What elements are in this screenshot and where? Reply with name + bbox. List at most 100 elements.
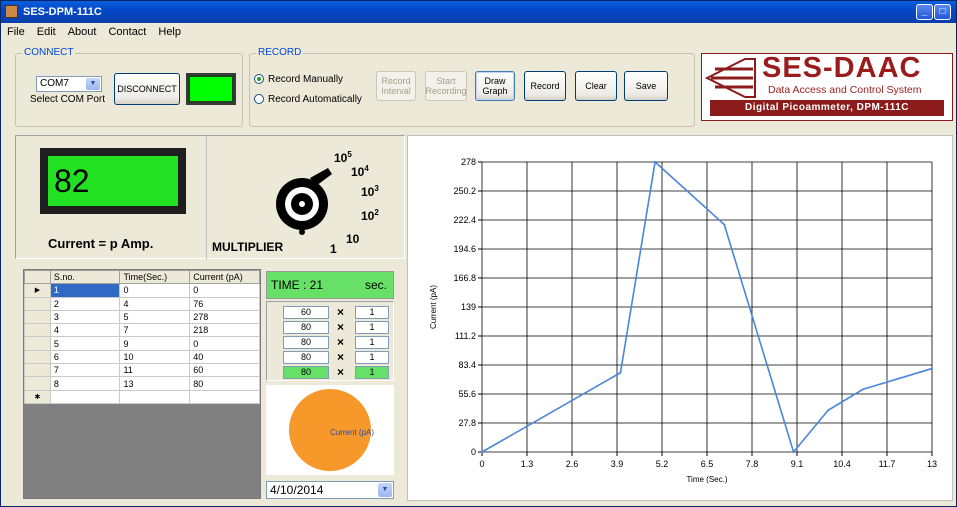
new-row-marker: ✱: [24, 389, 51, 404]
table-cell[interactable]: 4: [119, 296, 191, 311]
table-cell[interactable]: 6: [49, 349, 121, 365]
data-point: [723, 223, 726, 226]
multiplier-rows-panel: 60 × 1 80 × 1 80 × 1 80 × 1 80 × 1: [266, 301, 394, 381]
multiplier-row-value: 80: [283, 351, 329, 364]
table-cell[interactable]: 11: [119, 363, 191, 378]
row-header[interactable]: [24, 309, 51, 325]
table-cell[interactable]: 2: [49, 296, 121, 311]
table-row[interactable]: 7 11 60: [24, 363, 260, 378]
table-row[interactable]: 6 10 40: [24, 349, 260, 365]
table-row[interactable]: 2 4 76: [24, 296, 260, 311]
select-com-port-label: Select COM Port: [30, 94, 106, 105]
chart-panel: 0 1.3 2.6 3.9 5.2 6.5 7.8 9.1 10.4 11.7 13 0 27.8 55.…: [407, 135, 953, 501]
table-cell[interactable]: 4: [49, 323, 121, 338]
multiplier-row-factor: 1: [355, 306, 389, 319]
table-cell[interactable]: 7: [49, 363, 121, 378]
row-header[interactable]: ▶: [24, 283, 51, 298]
mult-mark-exponent: 4: [364, 164, 369, 173]
com-port-select[interactable]: COM7 ▼: [36, 76, 102, 92]
record-button[interactable]: Record: [524, 71, 566, 101]
minimize-button[interactable]: _: [916, 4, 933, 20]
table-cell[interactable]: 5: [49, 336, 121, 351]
disconnect-button[interactable]: DISCONNECT: [114, 73, 180, 105]
divider: [206, 136, 207, 260]
mult-mark-exponent: 3: [374, 184, 379, 193]
multiplier-knob-icon[interactable]: [272, 166, 334, 236]
menu-contact[interactable]: Contact: [102, 23, 152, 41]
table-cell[interactable]: 10: [119, 349, 191, 365]
record-manually-label[interactable]: Record Manually: [268, 74, 343, 85]
menu-about[interactable]: About: [62, 23, 103, 41]
table-cell[interactable]: 13: [119, 376, 191, 391]
row-header[interactable]: [24, 336, 51, 351]
record-automatically-radio[interactable]: [254, 94, 264, 104]
row-header[interactable]: [24, 296, 51, 311]
menu-file[interactable]: File: [1, 23, 31, 41]
logo-name: SES-DAAC: [762, 52, 922, 84]
connect-group: CONNECT COM7 ▼ Select COM Port DISCONNEC…: [15, 47, 243, 127]
multiplier-row-value: 80: [283, 321, 329, 334]
table-cell[interactable]: 60: [189, 363, 260, 378]
table-cell[interactable]: 0: [189, 336, 260, 351]
row-header[interactable]: [24, 323, 51, 338]
start-recording-button[interactable]: Start Recording: [425, 71, 467, 101]
mult-mark-10: 10: [346, 232, 360, 246]
draw-graph-button[interactable]: Draw Graph: [475, 71, 515, 101]
column-header-time[interactable]: Time(Sec.): [119, 269, 191, 285]
x-tick-label: 13: [927, 459, 937, 469]
x-tick-label: 3.9: [611, 459, 624, 469]
x-tick-label: 5.2: [656, 459, 669, 469]
date-value: 4/10/2014: [270, 483, 324, 497]
table-cell[interactable]: [189, 389, 260, 404]
table-cell[interactable]: 3: [49, 309, 121, 325]
date-picker[interactable]: 4/10/2014 ▼: [266, 481, 394, 499]
y-tick-label: 250.2: [453, 186, 476, 196]
table-row[interactable]: 590: [24, 336, 260, 351]
new-row[interactable]: ✱: [24, 389, 260, 404]
chevron-down-icon[interactable]: ▼: [378, 483, 392, 497]
column-header-sno[interactable]: S.no.: [49, 269, 121, 285]
record-automatically-label[interactable]: Record Automatically: [268, 94, 362, 105]
y-tick-label: 111.2: [455, 331, 476, 341]
table-cell[interactable]: 5: [119, 309, 191, 325]
record-interval-button[interactable]: Record Interval: [376, 71, 416, 101]
record-manually-radio[interactable]: [254, 74, 264, 84]
table-cell[interactable]: 0: [119, 283, 191, 298]
chevron-down-icon[interactable]: ▼: [86, 78, 100, 90]
current-vs-time-chart: 0 1.3 2.6 3.9 5.2 6.5 7.8 9.1 10.4 11.7 13 0 27.8 55.…: [429, 157, 937, 484]
table-row[interactable]: 3 5 278: [24, 309, 260, 325]
mult-mark-exponent: 2: [374, 208, 379, 217]
table-cell[interactable]: 1: [49, 283, 121, 298]
multiplier-row-factor: 1: [355, 366, 389, 379]
table-row[interactable]: ▶ 1 0 0: [24, 283, 260, 298]
mult-mark-1e2: 102: [361, 208, 379, 223]
mult-mark-base: 10: [351, 165, 365, 179]
table-cell[interactable]: 8: [49, 376, 121, 391]
menu-help[interactable]: Help: [152, 23, 187, 41]
clear-button[interactable]: Clear: [575, 71, 617, 101]
table-cell[interactable]: 9: [119, 336, 191, 351]
table-cell[interactable]: 278: [189, 309, 260, 325]
table-row[interactable]: 8 13 80: [24, 376, 260, 391]
table-cell[interactable]: 76: [189, 296, 260, 311]
row-header[interactable]: [24, 376, 51, 391]
table-row[interactable]: 4 7 218: [24, 323, 260, 338]
mult-mark-base: 10: [334, 151, 348, 165]
menu-edit[interactable]: Edit: [31, 23, 62, 41]
table-cell[interactable]: 7: [119, 323, 191, 338]
row-header[interactable]: [24, 349, 51, 365]
table-cell[interactable]: 40: [189, 349, 260, 365]
table-cell[interactable]: [119, 389, 191, 404]
save-button[interactable]: Save: [624, 71, 668, 101]
x-tick-label: 10.4: [833, 459, 851, 469]
row-header[interactable]: [24, 363, 51, 378]
table-cell[interactable]: [49, 389, 121, 404]
menu-bar: File Edit About Contact Help: [1, 23, 956, 41]
table-cell[interactable]: 0: [189, 283, 260, 298]
maximize-button[interactable]: □: [934, 4, 951, 20]
time-unit: sec.: [364, 278, 387, 292]
table-cell[interactable]: 218: [189, 323, 260, 338]
column-header-current[interactable]: Current (pA): [189, 269, 260, 285]
table-cell[interactable]: 80: [189, 376, 260, 391]
x-tick-label: 11.7: [879, 459, 896, 469]
